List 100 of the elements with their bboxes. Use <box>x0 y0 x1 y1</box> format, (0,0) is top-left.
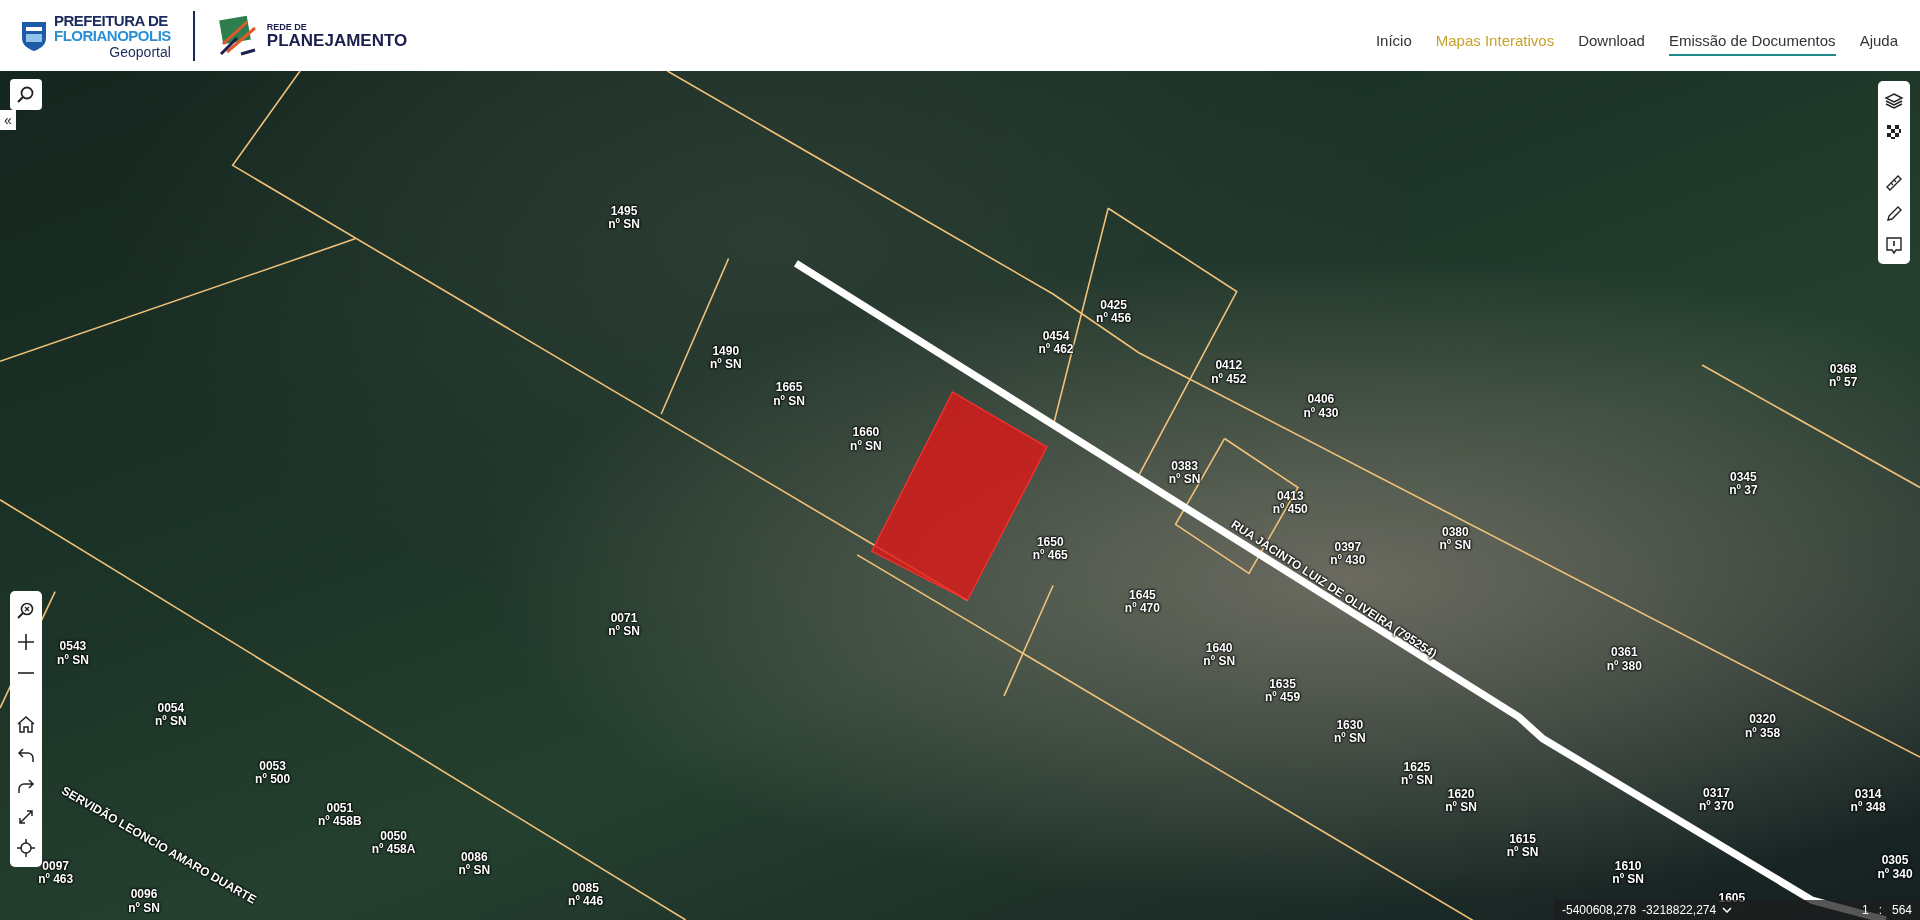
parcel-number: nº 500 <box>255 773 291 787</box>
parcel-number: nº 380 <box>1606 659 1642 673</box>
parcel-number: nº SN <box>155 714 187 728</box>
parcel-number: nº SN <box>1401 773 1433 788</box>
parcel-code: 0317 <box>1703 787 1730 801</box>
parcel-number: nº SN <box>458 863 491 878</box>
parcel-code: 0397 <box>1334 540 1362 554</box>
parcel-code: 1635 <box>1269 677 1296 691</box>
parcel-code: 0096 <box>130 888 158 902</box>
parcel-number: nº SN <box>608 217 640 232</box>
parcel-number: nº 458A <box>371 842 416 856</box>
info-icon <box>1884 234 1904 255</box>
search-button[interactable] <box>10 79 42 110</box>
parcel-code: 1605 <box>1718 892 1746 906</box>
parcel-code: 1630 <box>1336 718 1364 732</box>
parcel-code: 1495 <box>610 204 638 218</box>
parcel-number: nº 450 <box>1272 503 1308 517</box>
parcel-code: 1660 <box>852 426 880 440</box>
parcel-code: 0054 <box>157 701 185 715</box>
minus-icon <box>16 671 36 674</box>
parcel-number: nº SN <box>608 624 640 638</box>
collapse-button[interactable]: « <box>0 110 16 130</box>
crosshair-frame-icon <box>16 837 36 858</box>
partner-prefix: REDE DE <box>266 22 308 32</box>
parcel-code: 0383 <box>1171 459 1198 473</box>
parcel-number: nº SN <box>709 357 742 372</box>
parcel-code: 1625 <box>1403 760 1431 774</box>
parcel-number: nº SN <box>1612 873 1644 887</box>
search-icon <box>16 84 36 105</box>
parcel-code: 0361 <box>1610 646 1638 660</box>
plus-icon <box>16 631 36 652</box>
parcel-code: 0320 <box>1749 713 1776 727</box>
parcel-number: nº SN <box>1445 801 1477 815</box>
parcel-code: 0412 <box>1215 359 1243 373</box>
parcel-code: 0071 <box>610 611 638 625</box>
parcel-code: 0053 <box>259 759 286 773</box>
parcel-number: nº 459 <box>1265 690 1301 704</box>
parcel-code: 0097 <box>42 860 69 874</box>
parcel-number: nº 340 <box>1877 867 1913 881</box>
coordinate-y: -3218822,274 <box>1642 903 1717 917</box>
parcel-code: 0050 <box>380 829 407 843</box>
parcel-number: nº SN <box>773 394 805 408</box>
parcel-code: 1665 <box>775 381 803 395</box>
scale-value: 564 <box>1891 903 1912 917</box>
parcel-code: 0085 <box>572 881 599 895</box>
parcel-code: 0406 <box>1307 393 1335 407</box>
nav-link[interactable]: Ajuda <box>1859 29 1898 56</box>
parcel-number: nº SN <box>1333 731 1366 745</box>
parcel-number: nº 456 <box>1096 312 1132 326</box>
parcel-code: 1645 <box>1129 588 1156 602</box>
home-icon <box>16 713 36 734</box>
parcel-number: nº SN <box>1439 538 1472 552</box>
parcel-code: 0086 <box>460 850 488 864</box>
parcel-code: 0368 <box>1829 362 1857 376</box>
parcel-code: 0305 <box>1881 854 1909 868</box>
parcel-code: 0051 <box>326 801 354 815</box>
caret-icon[interactable] <box>1722 907 1733 913</box>
coordinate-x: -5400608,278 <box>1562 903 1637 917</box>
parcel-code: 1650 <box>1036 535 1064 549</box>
scale-separator: : <box>1877 903 1883 917</box>
shield-icon <box>20 19 48 52</box>
brand-title: PREFEITURA DE <box>54 12 169 28</box>
parcel-code: 0345 <box>1730 470 1757 484</box>
parcel-code: 0380 <box>1442 525 1469 539</box>
parcel-code: 0425 <box>1100 298 1127 312</box>
parcel-number: nº SN <box>1168 472 1201 486</box>
parcel-number: nº 430 <box>1330 554 1366 568</box>
parcel-code: 1620 <box>1447 787 1475 801</box>
parcel-number: nº SN <box>1506 846 1539 860</box>
parcel-code: 0454 <box>1042 329 1070 343</box>
parcel-number: nº SN <box>57 653 89 667</box>
parcel-code: 1640 <box>1205 641 1233 655</box>
parcel-number: nº 452 <box>1211 372 1247 386</box>
parcel-number: nº 463 <box>38 873 74 887</box>
parcel-number: nº 370 <box>1698 800 1734 814</box>
parcel-code: 0314 <box>1854 787 1882 801</box>
parcel-number: nº 430 <box>1303 406 1339 420</box>
parcel-number: nº 348 <box>1850 801 1886 815</box>
nav-link[interactable]: Download <box>1578 29 1645 56</box>
partner-name: PLANEJAMENTO <box>266 31 408 49</box>
parcel-number: nº 470 <box>1124 601 1160 615</box>
brand-city: FLORIANOPOLIS <box>54 27 171 43</box>
parcel-number: nº 37 <box>1729 483 1758 497</box>
magnifier-icon <box>16 600 36 621</box>
nav-link[interactable]: Início <box>1375 29 1412 56</box>
brand-subtitle: Geoportal <box>108 44 171 59</box>
parcel-number: nº SN <box>128 901 160 915</box>
parcel-code: 1610 <box>1614 860 1642 874</box>
scale-left: 1 <box>1861 903 1869 917</box>
parcel-number: nº SN <box>1203 655 1236 669</box>
nav-link[interactable]: Emissão de Documentos <box>1668 29 1836 56</box>
parcel-number: nº 465 <box>1032 549 1068 563</box>
parcel-number: nº 446 <box>568 894 604 908</box>
parcel-number: nº 57 <box>1829 375 1858 389</box>
layers-icon <box>1884 90 1904 111</box>
parcel-number: nº SN <box>850 439 882 453</box>
parcel-number: nº 358 <box>1745 726 1781 740</box>
parcel-code: 0543 <box>59 640 87 654</box>
parcel-code: 1615 <box>1509 832 1536 846</box>
parcel-code: 1490 <box>712 344 740 358</box>
